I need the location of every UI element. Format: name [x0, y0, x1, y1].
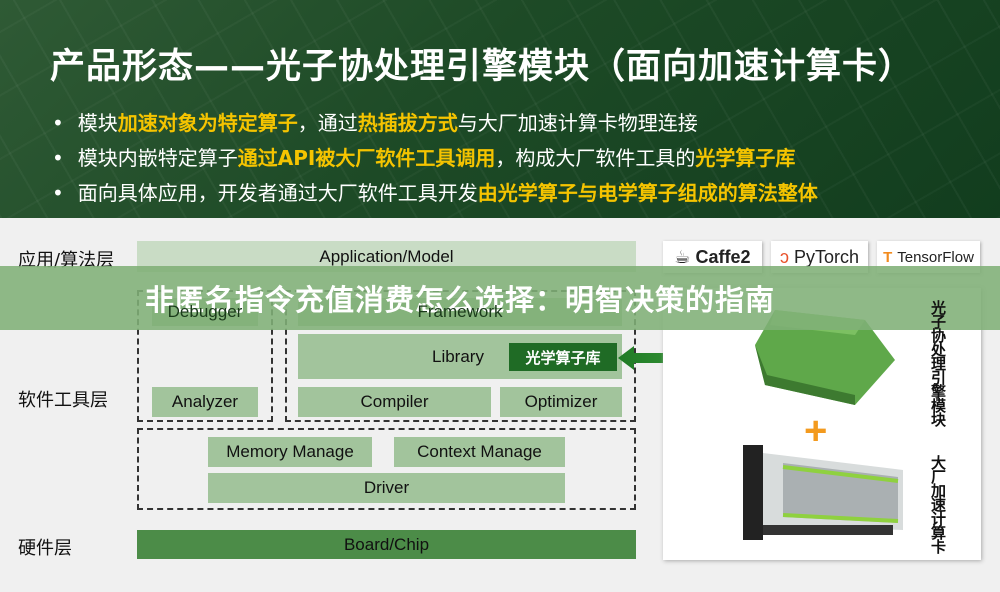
highlight-text: 由光学算子与电学算子组成的算法整体: [477, 181, 818, 205]
accelerator-card-image: [743, 445, 903, 540]
slide-header: 产品形态——光子协处理引擎模块（面向加速计算卡） • 模块加速对象为特定算子，通过…: [0, 0, 1000, 218]
bullet-text: ，通过: [297, 111, 358, 135]
driver-box: Driver: [208, 473, 565, 503]
module-vertical-label: 光子协处理引擎模块: [929, 300, 947, 426]
cup-icon: ☕: [674, 246, 691, 267]
bullet-dot: •: [52, 111, 64, 135]
bullet-text: 模块: [77, 111, 118, 135]
context-manage-box: Context Manage: [394, 437, 565, 467]
layer-label-hardware: 硬件层: [18, 538, 72, 559]
layer-label-software: 软件工具层: [18, 390, 108, 411]
optical-operator-library-box: 光学算子库: [509, 343, 617, 371]
bullet-text: 与大厂加速计算卡物理连接: [457, 111, 698, 135]
debugger-label: Debugger: [167, 302, 243, 321]
bullet-item: • 模块内嵌特定算子通过API被大厂软件工具调用，构成大厂软件工具的光学算子库: [52, 142, 795, 171]
bullet-text: ，构成大厂软件工具的: [495, 146, 696, 170]
tensorflow-icon: T: [883, 248, 893, 266]
library-label: Library: [432, 346, 484, 366]
card-vertical-label: 大厂加速计算卡: [929, 455, 947, 553]
plus-icon: +: [804, 409, 828, 453]
compiler-box: Compiler: [298, 387, 491, 417]
slide-title: 产品形态——光子协处理引擎模块（面向加速计算卡）: [50, 47, 915, 87]
bullet-text: 面向具体应用，开发者通过大厂软件工具开发: [77, 181, 478, 205]
bullet-dot: •: [52, 181, 64, 205]
bullet-item: • 面向具体应用，开发者通过大厂软件工具开发由光学算子与电学算子组成的算法整体: [52, 177, 818, 206]
highlight-text: 热插拔方式: [357, 111, 458, 135]
board-chip-box: Board/Chip: [137, 530, 636, 559]
flame-icon: ↄ: [779, 246, 789, 267]
memory-manage-box: Memory Manage: [208, 437, 372, 467]
bullet-dot: •: [52, 146, 64, 170]
bullet-item: • 模块加速对象为特定算子，通过热插拔方式与大厂加速计算卡物理连接: [52, 107, 698, 136]
framework-label: Framework: [417, 302, 503, 321]
analyzer-box: Analyzer: [152, 387, 258, 417]
debugger-box: Debugger: [152, 298, 258, 326]
highlight-text: 加速对象为特定算子: [117, 111, 298, 135]
highlight-text: 通过API被大厂软件工具调用: [237, 146, 496, 170]
bullet-text: 模块内嵌特定算子: [77, 146, 238, 170]
optimizer-box: Optimizer: [500, 387, 622, 417]
highlight-text: 光学算子库: [695, 146, 796, 170]
